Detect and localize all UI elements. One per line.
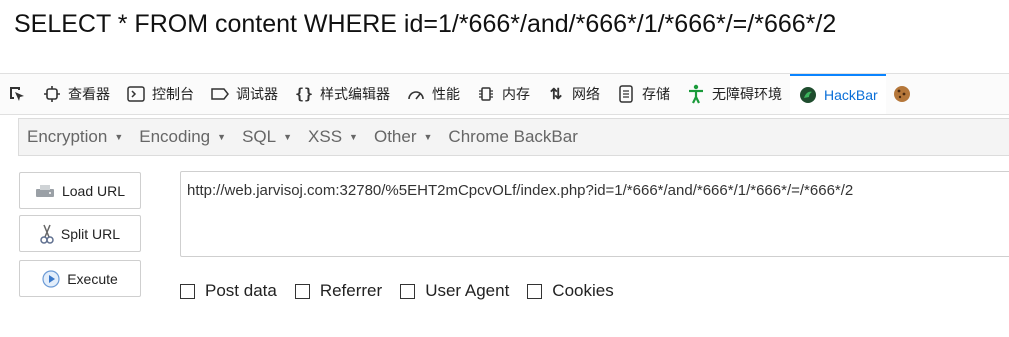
checkbox-label: Post data <box>205 281 277 300</box>
menu-label: Encryption <box>27 127 108 146</box>
execute-button[interactable]: Execute <box>19 260 141 297</box>
tab-accessibility[interactable]: 无障碍环境 <box>678 74 790 114</box>
checkbox-box[interactable] <box>400 283 416 299</box>
tab-label: 调试器 <box>236 86 278 102</box>
load-url-button[interactable]: Load URL <box>19 172 141 209</box>
tab-label: 内存 <box>502 86 530 102</box>
element-picker-button[interactable] <box>0 74 34 114</box>
tab-label: 性能 <box>432 86 460 102</box>
caret-down-icon: ▼ <box>283 132 293 142</box>
tab-label: 存储 <box>642 86 670 102</box>
style-editor-icon: {} <box>294 85 314 103</box>
scissors-icon <box>40 224 54 244</box>
tab-style-editor[interactable]: {} 样式编辑器 <box>286 74 398 114</box>
tab-network[interactable]: ⇅ 网络 <box>538 74 608 114</box>
caret-down-icon: ▼ <box>217 132 227 142</box>
caret-down-icon: ▼ <box>114 132 124 142</box>
tab-label: 查看器 <box>68 86 110 102</box>
menu-label: Encoding <box>139 127 211 146</box>
network-icon: ⇅ <box>549 86 563 103</box>
tab-performance[interactable]: 性能 <box>398 74 468 114</box>
checkbox-label: Cookies <box>552 281 614 300</box>
menu-encoding[interactable]: Encoding ▼ <box>131 127 234 147</box>
checkbox-label: User Agent <box>425 281 510 300</box>
menu-xss[interactable]: XSS ▼ <box>300 127 366 147</box>
page-query-text: SELECT * FROM content WHERE id=1/*666*/a… <box>14 10 837 38</box>
storage-icon <box>616 84 636 104</box>
options-checkboxes: Post data Referrer User Agent Cookies <box>180 281 632 301</box>
tab-label: 控制台 <box>152 86 194 102</box>
console-icon <box>126 84 146 104</box>
menu-label: XSS <box>308 127 343 146</box>
devtools-toolbar: 查看器 控制台 调试器 {} 样式编辑器 性能 内存 ⇅ 网络 存储 无障碍环境… <box>0 73 1009 115</box>
caret-down-icon: ▼ <box>349 132 358 142</box>
checkbox-box[interactable] <box>180 283 195 299</box>
tab-storage[interactable]: 存储 <box>608 74 678 114</box>
tab-memory[interactable]: 内存 <box>468 74 538 114</box>
menu-label: Other <box>373 127 417 146</box>
checkbox-label: Referrer <box>319 281 383 300</box>
url-input[interactable]: http://web.jarvisoj.com:32780/%5EHT2mCpc… <box>180 171 1009 257</box>
post-data-checkbox[interactable]: Post data <box>180 281 277 301</box>
tab-label: 无障碍环境 <box>712 86 782 102</box>
play-icon <box>42 269 60 288</box>
cookies-checkbox[interactable]: Cookies <box>527 281 614 301</box>
tab-label: 网络 <box>572 86 600 102</box>
inspector-icon <box>42 84 62 104</box>
menu-encryption[interactable]: Encryption ▼ <box>19 127 131 147</box>
menu-sql[interactable]: SQL ▼ <box>234 127 300 147</box>
button-label: Load URL <box>61 182 126 199</box>
hackbar-menu-bar: Encryption ▼ Encoding ▼ SQL ▼ XSS ▼ Other ▼ C… <box>18 118 1009 156</box>
user-agent-checkbox[interactable]: User Agent <box>400 281 509 301</box>
performance-icon <box>406 84 426 104</box>
tab-label: HackBar <box>824 87 878 103</box>
menu-label: Chrome BackBar <box>448 127 578 146</box>
split-url-button[interactable]: Split URL <box>19 215 141 252</box>
caret-down-icon: ▼ <box>423 132 433 142</box>
menu-other[interactable]: Other ▼ <box>366 127 440 147</box>
referrer-checkbox[interactable]: Referrer <box>294 281 383 301</box>
tab-inspector[interactable]: 查看器 <box>34 74 118 114</box>
tab-label: 样式编辑器 <box>320 86 390 102</box>
tab-debugger[interactable]: 调试器 <box>202 74 286 114</box>
menu-chrome-backbar[interactable]: Chrome BackBar <box>440 127 585 147</box>
accessibility-icon <box>686 84 706 104</box>
load-url-icon <box>35 183 55 199</box>
tab-hackbar[interactable]: HackBar <box>790 74 886 114</box>
checkbox-box[interactable] <box>527 283 543 299</box>
hackbar-icon <box>798 85 818 105</box>
cookie-icon <box>892 84 912 104</box>
memory-icon <box>476 84 496 104</box>
tab-cookie-extension[interactable] <box>886 74 924 114</box>
element-picker-icon <box>10 87 24 101</box>
tab-console[interactable]: 控制台 <box>118 74 202 114</box>
debugger-icon <box>210 84 230 104</box>
button-label: Execute <box>67 270 118 287</box>
checkbox-box[interactable] <box>294 283 310 299</box>
button-label: Split URL <box>60 225 121 242</box>
menu-label: SQL <box>242 127 277 146</box>
